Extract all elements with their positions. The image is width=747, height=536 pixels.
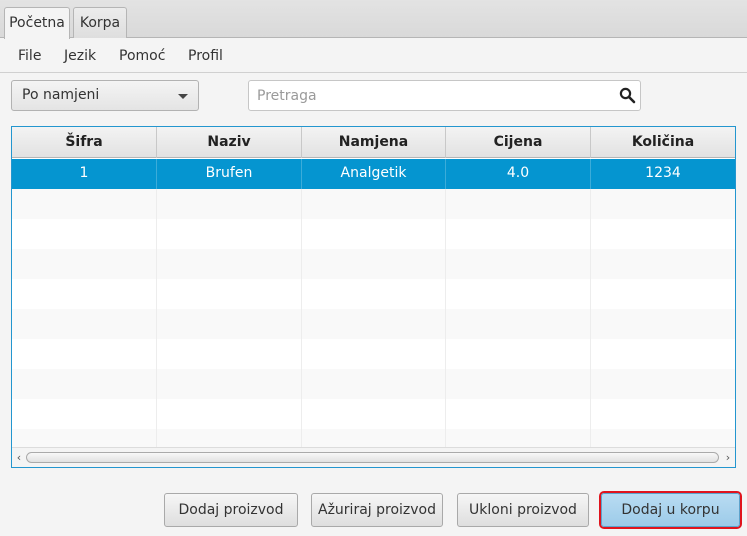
filter-dropdown[interactable]: Po namjeni bbox=[11, 80, 199, 111]
table-body: 1 Brufen Analgetik 4.0 1234 bbox=[12, 159, 735, 459]
cell-cijena: 4.0 bbox=[446, 159, 591, 189]
filter-dropdown-value: Po namjeni bbox=[22, 87, 100, 103]
empty-table-row bbox=[12, 279, 735, 309]
scroll-left-icon[interactable]: ‹ bbox=[12, 450, 26, 466]
add-product-button[interactable]: Dodaj proizvod bbox=[164, 493, 298, 527]
scroll-right-icon[interactable]: › bbox=[721, 450, 735, 466]
column-header-kolicina[interactable]: Količina bbox=[591, 127, 735, 158]
column-header-namjena[interactable]: Namjena bbox=[302, 127, 446, 158]
column-header-cijena[interactable]: Cijena bbox=[446, 127, 591, 158]
empty-table-row bbox=[12, 399, 735, 429]
search-box bbox=[248, 80, 641, 111]
update-product-button[interactable]: Ažuriraj proizvod bbox=[311, 493, 443, 527]
search-input[interactable] bbox=[249, 81, 609, 110]
search-icon[interactable] bbox=[619, 87, 636, 104]
menu-jezik[interactable]: Jezik bbox=[64, 48, 96, 64]
cell-kolicina: 1234 bbox=[645, 165, 681, 181]
column-header-sifra[interactable]: Šifra bbox=[12, 127, 157, 158]
table-header: Šifra Naziv Namjena Cijena Količina bbox=[12, 127, 735, 158]
tab-bar: Početna Korpa bbox=[0, 0, 747, 39]
tab-pocetna[interactable]: Početna bbox=[4, 7, 70, 39]
empty-table-row bbox=[12, 369, 735, 399]
horizontal-scrollbar[interactable]: ‹ › bbox=[12, 447, 735, 467]
empty-table-row bbox=[12, 249, 735, 279]
products-table: Šifra Naziv Namjena Cijena Količina 1 Br… bbox=[11, 126, 736, 468]
remove-product-button[interactable]: Ukloni proizvod bbox=[457, 493, 589, 527]
cell-naziv: Brufen bbox=[157, 159, 302, 189]
scrollbar-thumb[interactable] bbox=[26, 452, 719, 463]
empty-table-row bbox=[12, 219, 735, 249]
empty-table-row bbox=[12, 189, 735, 219]
menu-bar: File Jezik Pomoć Profil bbox=[0, 39, 747, 73]
table-row[interactable]: 1 Brufen Analgetik 4.0 1234 bbox=[12, 159, 735, 189]
empty-table-row bbox=[12, 339, 735, 369]
add-to-cart-button[interactable]: Dodaj u korpu bbox=[601, 493, 740, 527]
menu-profil[interactable]: Profil bbox=[188, 48, 223, 64]
tab-korpa[interactable]: Korpa bbox=[73, 7, 127, 38]
cell-namjena: Analgetik bbox=[302, 159, 446, 189]
column-header-naziv[interactable]: Naziv bbox=[157, 127, 302, 158]
cell-sifra: 1 bbox=[12, 159, 157, 189]
empty-table-row bbox=[12, 309, 735, 339]
menu-pomoc[interactable]: Pomoć bbox=[119, 48, 165, 64]
menu-file[interactable]: File bbox=[18, 48, 41, 64]
chevron-down-icon bbox=[178, 94, 188, 99]
